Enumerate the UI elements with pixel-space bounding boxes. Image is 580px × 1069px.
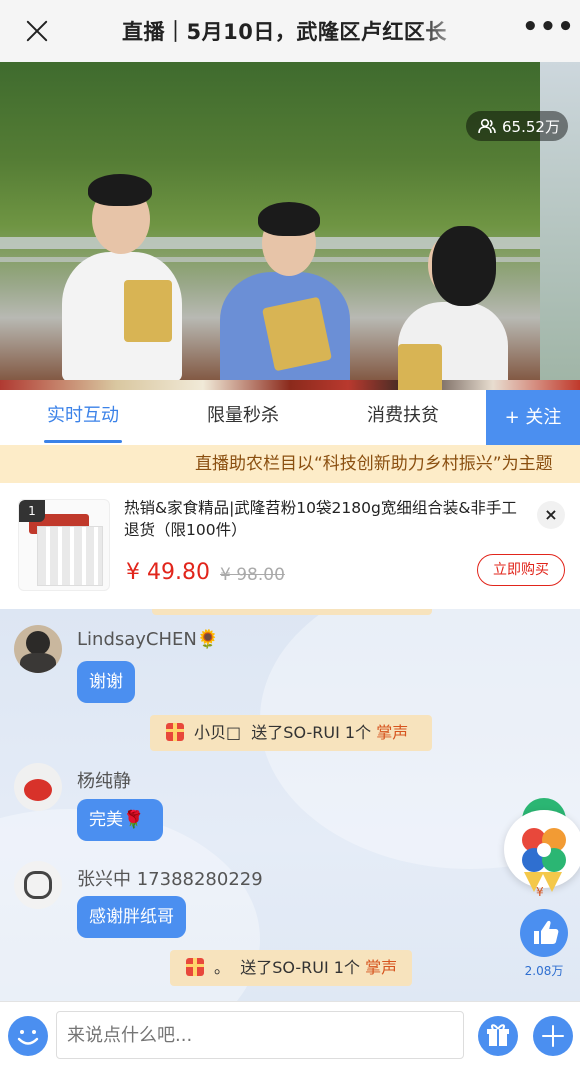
video-host-hair — [258, 202, 320, 236]
more-actions-button[interactable] — [533, 1016, 573, 1056]
emoji-button[interactable] — [8, 1016, 48, 1056]
follow-button[interactable]: + 关注 — [486, 390, 580, 445]
gift-notice-partial — [152, 609, 432, 615]
more-options-button[interactable]: ••• — [522, 14, 574, 42]
buy-now-button[interactable]: 立即购买 — [477, 554, 565, 586]
video-product-bag — [398, 344, 442, 390]
avatar-frog — [24, 779, 52, 801]
product-price: ¥ 49.80 — [126, 560, 210, 585]
tab-consumer-poverty-aid[interactable]: 消费扶贫 — [350, 390, 456, 445]
product-original-price: ¥ 98.00 — [220, 565, 285, 585]
chat-message-bubble: 完美🌹 — [77, 799, 163, 841]
smile-icon — [17, 1030, 39, 1045]
video-host-hair — [432, 226, 496, 306]
gift-icon — [186, 958, 204, 976]
lucky-bag-icon: ¥ — [524, 872, 562, 899]
chat-feed[interactable]: LindsayCHEN🌻 谢谢 小贝□ 送了SO-RUI 1个 掌声 杨纯静 完… — [0, 609, 580, 1001]
gift-action: 送了SO-RUI 1个 — [240, 958, 360, 977]
chat-username[interactable]: 杨纯静 — [77, 767, 131, 793]
chat-username[interactable]: 张兴中 17388280229 — [77, 865, 263, 891]
viewer-count: 65.52万 — [466, 111, 568, 141]
avatar-calligraphy — [24, 871, 52, 899]
gift-item: 掌声 — [365, 958, 398, 977]
tab-live-interaction[interactable]: 实时互动 — [30, 390, 136, 445]
like-button[interactable] — [520, 909, 568, 957]
tab-flash-sale[interactable]: 限量秒杀 — [190, 390, 296, 445]
video-product-display — [0, 380, 580, 390]
avatar[interactable] — [14, 861, 62, 909]
active-tab-indicator — [44, 440, 122, 443]
viewer-count-value: 65.52万 — [502, 117, 560, 136]
gift-button[interactable] — [478, 1016, 518, 1056]
product-card[interactable]: 1 热销&家食精品|武隆苕粉10袋2180g宽细组合装&非手工退货（限100件）… — [0, 483, 580, 609]
close-icon[interactable] — [22, 16, 52, 46]
chat-message-bubble: 谢谢 — [77, 661, 135, 703]
sunflower-icon: 🌻 — [196, 629, 220, 650]
scrolling-announcement: 直播助农栏目以“科技创新助力乡村振兴”为主题 — [0, 445, 580, 483]
thumbs-up-icon — [534, 920, 559, 944]
page-title: 直播｜5月10日，武隆区卢红区长 — [122, 20, 447, 44]
product-title[interactable]: 热销&家食精品|武隆苕粉10袋2180g宽细组合装&非手工退货（限100件） — [124, 497, 524, 541]
gift-icon — [487, 1024, 509, 1046]
chat-input-bar — [0, 1001, 580, 1069]
video-host-hair — [88, 174, 152, 206]
gift-sender: 小贝□ — [194, 723, 242, 742]
lucky-bag-icon[interactable]: ¥ — [518, 868, 568, 899]
chat-message-bubble: 感谢胖纸哥 — [77, 896, 186, 938]
svg-text:¥: ¥ — [536, 885, 544, 898]
chat-message-text: 完美 — [89, 810, 123, 830]
avatar-portrait — [26, 631, 50, 655]
close-icon: × — [544, 505, 558, 524]
product-rank-badge: 1 — [19, 500, 45, 522]
people-icon — [478, 118, 496, 134]
avatar[interactable] — [14, 763, 62, 811]
gift-notice: 小贝□ 送了SO-RUI 1个 掌声 — [150, 715, 432, 751]
gift-item: 掌声 — [376, 723, 409, 742]
avatar[interactable] — [14, 625, 62, 673]
product-image[interactable]: 1 — [18, 499, 110, 591]
chat-username[interactable]: LindsayCHEN🌻 — [77, 629, 219, 650]
chat-username-text: LindsayCHEN — [77, 629, 197, 650]
top-bar: 直播｜5月10日，武隆区卢红区长 ••• — [0, 0, 580, 62]
announcement-text: 直播助农栏目以“科技创新助力乡村振兴”为主题 — [195, 454, 553, 474]
avatar-portrait — [20, 653, 56, 673]
video-product-bag — [124, 280, 172, 342]
like-count: 2.08万 — [524, 964, 564, 978]
product-package — [37, 526, 103, 586]
gift-notice: 。 送了SO-RUI 1个 掌声 — [170, 950, 412, 986]
rose-icon: 🌹 — [123, 810, 145, 830]
gift-icon — [166, 723, 184, 741]
chat-input[interactable] — [56, 1011, 464, 1059]
gift-action: 送了SO-RUI 1个 — [251, 723, 372, 742]
close-product-button[interactable]: × — [537, 501, 565, 529]
gift-sender: 。 — [214, 958, 231, 977]
